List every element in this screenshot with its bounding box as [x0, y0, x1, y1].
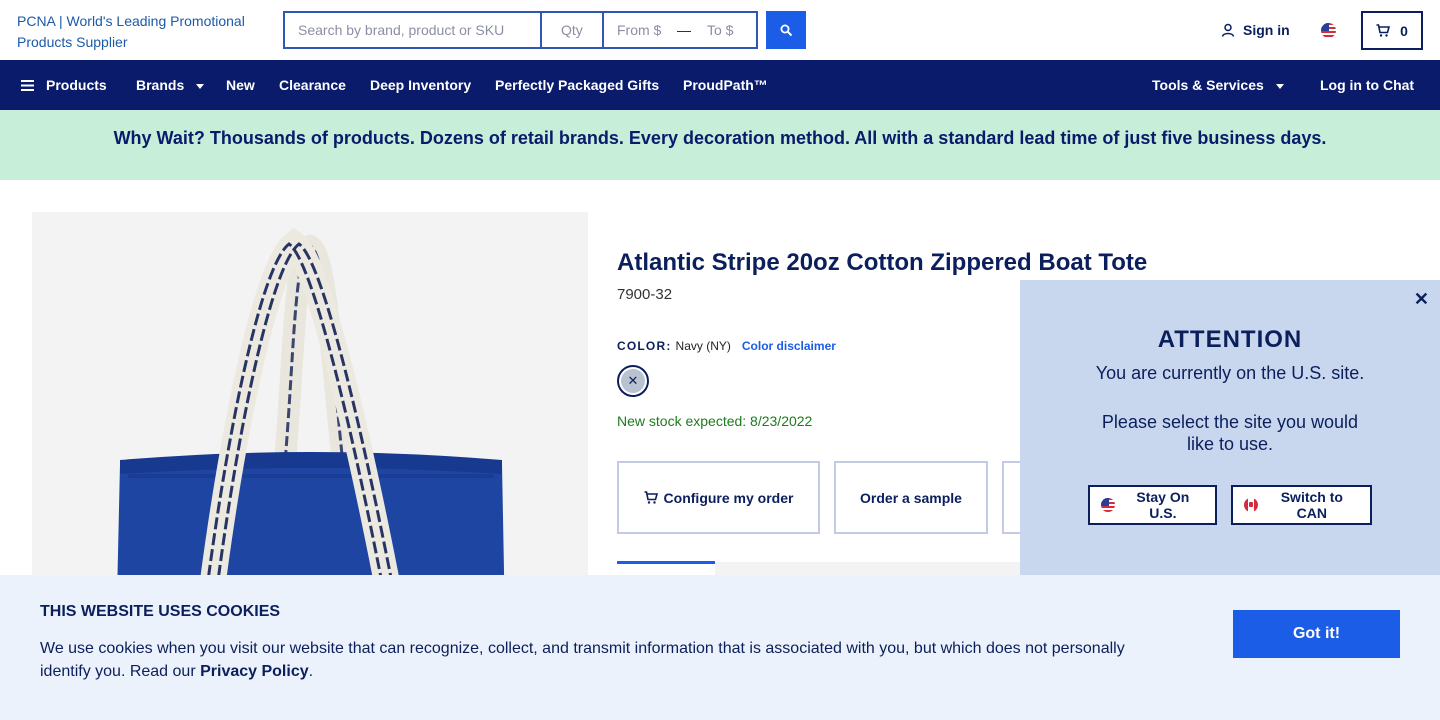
site-header: PCNA | World's Leading Promotional Produ… [0, 0, 1440, 60]
color-swatch-navy[interactable]: ✕ [617, 365, 649, 397]
stay-us-button[interactable]: Stay On U.S. [1088, 485, 1217, 525]
main-nav: Products Brands New Clearance Deep Inven… [0, 60, 1440, 110]
configure-order-button[interactable]: Configure my order [617, 461, 820, 534]
modal-title: ATTENTION [1157, 326, 1303, 353]
canada-flag-icon [1244, 498, 1258, 512]
nav-label: Tools & Services [1152, 77, 1264, 93]
sign-in-link[interactable]: Sign in [1221, 22, 1290, 38]
cookie-period: . [308, 663, 314, 680]
search-button[interactable] [766, 11, 806, 49]
price-from-input[interactable]: From $ [604, 13, 674, 47]
price-range-separator: — [677, 22, 691, 38]
product-title: Atlantic Stripe 20oz Cotton Zippered Boa… [617, 249, 1148, 276]
quantity-input[interactable]: Qty [542, 13, 604, 47]
color-disclaimer-link[interactable]: Color disclaimer [742, 339, 836, 353]
chevron-down-icon [196, 83, 205, 89]
switch-can-label: Switch to CAN [1280, 489, 1343, 521]
modal-prompt: Please select the site you would like to… [1101, 412, 1359, 454]
nav-item-tools-services[interactable]: Tools & Services [1152, 77, 1284, 93]
color-label: COLOR: [617, 339, 672, 353]
nav-item-products[interactable]: Products [21, 77, 107, 93]
promo-text: Why Wait? Thousands of products. Dozens … [113, 128, 1327, 148]
cart-icon [1376, 24, 1391, 37]
stay-us-label: Stay On U.S. [1136, 489, 1190, 521]
cart-button[interactable]: 0 [1361, 11, 1423, 50]
nav-item-chat-login[interactable]: Log in to Chat [1320, 77, 1414, 93]
promo-banner: Why Wait? Thousands of products. Dozens … [0, 110, 1440, 180]
nav-label: New [226, 77, 255, 93]
search-bar: Search by brand, product or SKU Qty From… [283, 11, 758, 49]
user-icon [1221, 23, 1235, 37]
accept-cookies-button[interactable]: Got it! [1233, 610, 1400, 658]
sign-in-label: Sign in [1243, 22, 1290, 38]
nav-item-new[interactable]: New [226, 77, 255, 93]
cookie-banner: THIS WEBSITE USES COOKIES We use cookies… [0, 575, 1440, 720]
product-sku: 7900-32 [617, 286, 673, 303]
nav-label: Brands [136, 77, 185, 93]
nav-label: Clearance [279, 77, 346, 93]
nav-item-clearance[interactable]: Clearance [279, 77, 346, 93]
us-flag-icon[interactable] [1321, 23, 1336, 38]
us-flag-icon [1101, 498, 1115, 512]
cookie-message: We use cookies when you visit our websit… [40, 637, 1150, 683]
nav-item-proudpath[interactable]: ProudPath™ [683, 77, 768, 93]
nav-label: Deep Inventory [370, 77, 472, 93]
nav-label: Log in to Chat [1320, 77, 1415, 93]
chevron-down-icon [1275, 83, 1284, 89]
stock-notice: New stock expected: 8/23/2022 [617, 413, 813, 429]
site-logo[interactable]: PCNA | World's Leading Promotional Produ… [17, 11, 277, 53]
order-sample-button[interactable]: Order a sample [834, 461, 988, 534]
modal-actions: Stay On U.S. Switch to CAN [1020, 485, 1440, 525]
close-icon[interactable]: ✕ [1414, 289, 1429, 310]
cart-icon [644, 491, 658, 504]
nav-label: ProudPath™ [683, 77, 768, 93]
nav-item-brands[interactable]: Brands [136, 77, 205, 93]
close-icon: ✕ [621, 369, 645, 393]
cookie-title: THIS WEBSITE USES COOKIES [40, 603, 281, 620]
nav-item-packaged-gifts[interactable]: Perfectly Packaged Gifts [495, 77, 659, 93]
site-selector-modal: ✕ ATTENTION You are currently on the U.S… [1020, 280, 1440, 576]
color-info: COLOR: Navy (NY) Color disclaimer [617, 339, 836, 353]
tab-strip [715, 562, 1045, 576]
menu-icon [21, 79, 34, 91]
cart-count: 0 [1400, 22, 1408, 39]
order-sample-label: Order a sample [860, 489, 962, 506]
search-input[interactable]: Search by brand, product or SKU [285, 13, 542, 47]
nav-item-deep-inventory[interactable]: Deep Inventory [370, 77, 471, 93]
configure-order-label: Configure my order [663, 489, 794, 506]
switch-can-button[interactable]: Switch to CAN [1231, 485, 1372, 525]
active-tab-indicator [617, 561, 715, 564]
nav-label: Perfectly Packaged Gifts [495, 77, 660, 93]
search-icon [780, 24, 792, 36]
modal-message: You are currently on the U.S. site. [1095, 363, 1365, 383]
nav-label: Products [46, 77, 107, 93]
price-to-input[interactable]: To $ [694, 13, 754, 47]
privacy-policy-link[interactable]: Privacy Policy [200, 663, 309, 680]
color-value: Navy (NY) [675, 339, 731, 353]
